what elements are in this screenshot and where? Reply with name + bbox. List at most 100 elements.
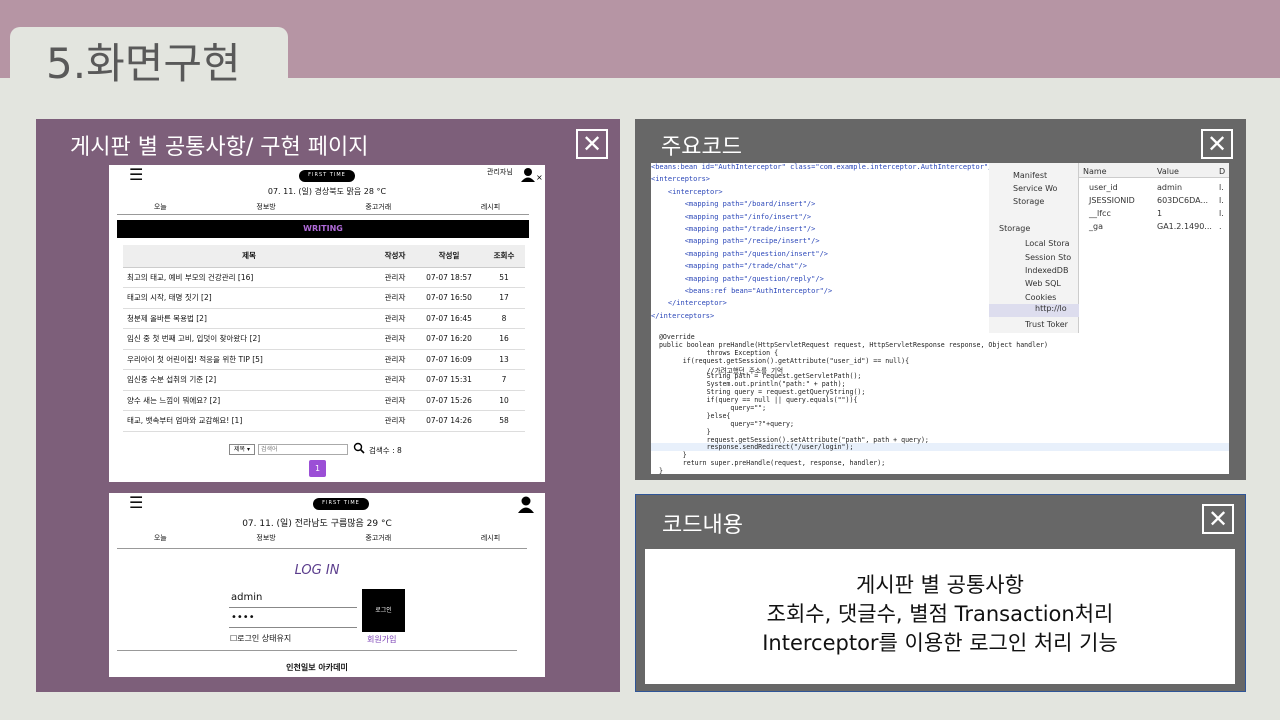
xml-config: <beans:bean id="AuthInterceptor" class="… xyxy=(651,163,997,333)
code-line: response.sendRedirect("/user/login"); xyxy=(651,443,1229,451)
search-select[interactable]: 제목 ▾ xyxy=(229,444,255,455)
post-date: 07-07 15:31 xyxy=(415,369,483,391)
cookie-name[interactable]: JSESSIONID xyxy=(1089,196,1135,205)
password-input[interactable]: •••• xyxy=(229,612,357,628)
cookie-name[interactable]: _ga xyxy=(1089,222,1103,231)
post-author: 관리자 xyxy=(375,328,415,350)
table-row[interactable]: 태교의 시작, 태명 짓기 [2] 관리자 07-07 16:50 17 xyxy=(123,287,525,309)
search-input[interactable] xyxy=(258,444,348,455)
post-author: 관리자 xyxy=(375,349,415,370)
post-author: 관리자 xyxy=(375,410,415,432)
logo[interactable]: FIRST TIME xyxy=(313,498,369,510)
post-title[interactable]: 태교의 시작, 태명 짓기 [2] xyxy=(123,287,375,309)
post-title[interactable]: 양수 새는 느낌이 뭐에요? [2] xyxy=(123,390,375,411)
code-line: <mapping path="/question/insert"/> xyxy=(651,249,829,258)
table-row[interactable]: 최고의 태교, 예비 부모의 건강관리 [16] 관리자 07-07 18:57 51 xyxy=(123,267,525,288)
devtools-item[interactable]: Storage xyxy=(1013,197,1044,206)
svg-text:×: × xyxy=(536,173,542,182)
code-line: request.getSession().setAttribute("path"… xyxy=(651,435,929,444)
logo[interactable]: FIRST TIME xyxy=(299,170,355,182)
login-button[interactable]: 로그인 xyxy=(362,589,405,632)
post-views: 58 xyxy=(483,410,525,432)
board-panel-title: 게시판 별 공통사항/ 구현 페이지 xyxy=(70,135,369,160)
devtools-item[interactable]: Local Stora xyxy=(1025,239,1070,248)
keep-login-checkbox[interactable]: ☐로그인 상태유지 xyxy=(230,633,291,644)
table-row[interactable]: 태교, 뱃속부터 엄마와 교감해요! [1] 관리자 07-07 14:26 58 xyxy=(123,410,525,432)
post-title[interactable]: 태교, 뱃속부터 엄마와 교감해요! [1] xyxy=(123,410,375,432)
devtools-item[interactable]: Manifest xyxy=(1013,171,1047,180)
cookie-value: GA1.2.1490... xyxy=(1157,222,1212,231)
cookie-name[interactable]: user_id xyxy=(1089,183,1118,192)
writing-button[interactable]: WRITING xyxy=(117,220,529,238)
code-line: <mapping path="/question/reply"/> xyxy=(651,274,824,283)
table-row[interactable]: 임신 중 첫 번째 고비, 입덧이 찾아왔다 [2] 관리자 07-07 16:20… xyxy=(123,328,525,350)
nav-item-trade[interactable]: 중고거래 xyxy=(365,533,391,543)
code-line: <mapping path="/trade/insert"/> xyxy=(651,224,816,233)
nav-bar: 오늘 정보방 중고거래 레시피 xyxy=(109,202,545,212)
devtools-item[interactable]: Session Sto xyxy=(1025,253,1071,262)
nav-item-recipe[interactable]: 레시피 xyxy=(481,202,500,212)
post-views: 16 xyxy=(483,328,525,350)
post-title[interactable]: 최고의 태교, 예비 부모의 건강관리 [16] xyxy=(123,267,375,288)
table-row[interactable]: 청분제 올바른 복용법 [2] 관리자 07-07 16:45 8 xyxy=(123,308,525,329)
code-line: throws Exception { xyxy=(651,348,779,357)
cookie-value: admin xyxy=(1157,183,1183,192)
close-icon[interactable]: ✕ xyxy=(1201,129,1233,159)
close-icon[interactable]: ✕ xyxy=(576,129,608,159)
devtools-item[interactable]: Service Wo xyxy=(1013,184,1057,193)
table-row[interactable]: 임신중 수분 섭취의 기준 [2] 관리자 07-07 15:31 7 xyxy=(123,369,525,391)
devtools-item[interactable]: Web SQL xyxy=(1025,279,1061,288)
user-icon[interactable] xyxy=(518,496,534,513)
code-line: }else{ xyxy=(651,411,731,420)
code-line: <mapping path="/trade/chat"/> xyxy=(651,262,807,271)
nav-item-recipe[interactable]: 레시피 xyxy=(481,533,500,543)
post-title[interactable]: 임신중 수분 섭취의 기준 [2] xyxy=(123,369,375,391)
search-count: 검색수 : 8 xyxy=(369,446,402,455)
menu-icon[interactable]: ☰ xyxy=(129,165,143,184)
table-row[interactable]: 양수 새는 느낌이 뭐에요? [2] 관리자 07-07 15:26 10 xyxy=(123,390,525,411)
post-title[interactable]: 우리아이 첫 어린이집! 적응을 위한 TIP [5] xyxy=(123,349,375,370)
nav-item-trade[interactable]: 중고거래 xyxy=(365,202,391,212)
cookie-col-name: Name xyxy=(1083,167,1107,176)
devtools-item[interactable]: Cookies xyxy=(1025,293,1056,302)
cookie-col-domain: D xyxy=(1219,167,1226,176)
search-icon[interactable] xyxy=(353,442,365,454)
nav-item-info[interactable]: 정보방 xyxy=(256,533,275,543)
java-code: @Override public boolean preHandle(HttpS… xyxy=(651,333,1229,474)
cookie-col-value: Value xyxy=(1157,167,1179,176)
post-views: 17 xyxy=(483,287,525,309)
devtools-item[interactable]: IndexedDB xyxy=(1025,266,1068,275)
post-date: 07-07 16:09 xyxy=(415,349,483,370)
id-input[interactable]: admin xyxy=(229,592,357,608)
cookie-domain: l. xyxy=(1219,209,1224,218)
code-line: query=""; xyxy=(651,404,767,413)
code-line: <beans:ref bean="AuthInterceptor"/> xyxy=(651,286,833,295)
devtools-item-selected[interactable]: http://lo xyxy=(989,304,1079,317)
code-line: } xyxy=(651,451,687,460)
table-row[interactable]: 우리아이 첫 어린이집! 적응을 위한 TIP [5] 관리자 07-07 16:0… xyxy=(123,349,525,370)
nav-item-today[interactable]: 오늘 xyxy=(154,202,167,212)
devtools-item[interactable]: Trust Toker xyxy=(1025,320,1068,329)
menu-icon[interactable]: ☰ xyxy=(129,493,143,512)
code-screenshot: <beans:bean id="AuthInterceptor" class="… xyxy=(651,163,1229,474)
code-line: @Override xyxy=(651,333,695,341)
code-line: } xyxy=(651,467,663,474)
user-name: 관리자님 xyxy=(487,168,513,176)
nav-item-info[interactable]: 정보방 xyxy=(256,202,275,212)
user-icon[interactable]: × xyxy=(520,167,542,183)
close-icon[interactable]: ✕ xyxy=(1202,504,1234,534)
code-line: if(query == null || query.equals("")){ xyxy=(651,396,858,405)
post-title[interactable]: 청분제 올바른 복용법 [2] xyxy=(123,308,375,329)
cookie-name[interactable]: __lfcc xyxy=(1089,209,1111,218)
code-line: String path = request.getServletPath(); xyxy=(651,372,862,381)
post-views: 51 xyxy=(483,267,525,288)
join-link[interactable]: 회원가입 xyxy=(367,634,396,645)
page-button[interactable]: 1 xyxy=(309,460,326,477)
login-screenshot: ☰ FIRST TIME 07. 11. (일) 전라남도 구름많음 29 °C… xyxy=(109,493,545,677)
nav-item-today[interactable]: 오늘 xyxy=(154,533,167,543)
post-views: 8 xyxy=(483,308,525,329)
nav-bar: 오늘 정보방 중고거래 레시피 xyxy=(109,533,545,543)
board-screenshot: ☰ FIRST TIME 관리자님 × 07. 11. (일) 경상북도 맑음 … xyxy=(109,165,545,482)
post-title[interactable]: 임신 중 첫 번째 고비, 입덧이 찾아왔다 [2] xyxy=(123,328,375,350)
post-views: 7 xyxy=(483,369,525,391)
